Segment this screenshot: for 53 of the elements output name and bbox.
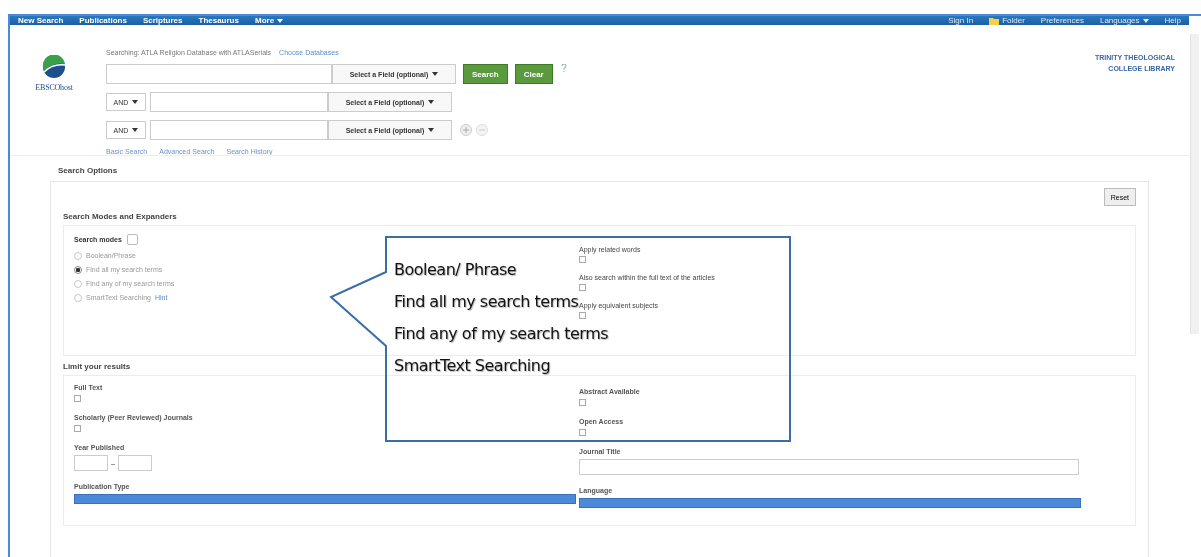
checkbox[interactable] — [74, 425, 81, 432]
help-icon[interactable] — [560, 64, 567, 72]
nav-link[interactable]: New Search — [18, 16, 64, 25]
search-field[interactable] — [106, 64, 332, 84]
nav-link[interactable]: More — [254, 16, 284, 25]
help-icon[interactable] — [126, 234, 138, 245]
checkbox[interactable] — [579, 256, 586, 263]
caret-icon — [1142, 18, 1149, 23]
search-field[interactable] — [150, 120, 328, 140]
checkbox[interactable] — [579, 429, 586, 436]
year-to-field[interactable] — [117, 455, 152, 471]
caret-icon — [132, 128, 139, 132]
callout-text: Find any of my search terms — [394, 324, 609, 344]
nav-link[interactable]: Thesaurus — [198, 16, 239, 25]
folder-link[interactable]: Folder — [989, 16, 1025, 25]
select-list[interactable] — [579, 498, 1081, 508]
caret-icon — [428, 100, 435, 104]
nav-link[interactable]: Help — [1164, 16, 1181, 25]
logo-icon — [42, 55, 66, 79]
remove-row-icon[interactable] — [476, 124, 488, 136]
logo-wordmark: EBSCOhost — [35, 83, 73, 92]
search-form-button[interactable]: Search — [463, 64, 508, 84]
search-form-button[interactable]: Clear — [514, 64, 553, 84]
callout-text: Find all my search terms — [394, 292, 579, 312]
caret-icon — [132, 100, 139, 104]
caret-icon — [277, 18, 284, 23]
year-from-field[interactable] — [74, 455, 108, 471]
nav-link[interactable]: Scriptures — [142, 16, 183, 25]
select-list[interactable] — [74, 494, 576, 504]
panel-title: Limit your results — [63, 362, 131, 371]
caret-icon — [432, 72, 439, 76]
radio-button[interactable] — [74, 265, 82, 274]
add-row-icon[interactable] — [460, 124, 472, 136]
nav-link[interactable]: Sign In — [948, 16, 974, 25]
section-title: Search Options — [58, 166, 118, 175]
radio-button[interactable] — [74, 251, 82, 260]
caret-icon — [428, 128, 435, 132]
checkbox[interactable] — [579, 284, 586, 291]
folder-icon — [989, 16, 1000, 25]
callout-text: SmartText Searching — [394, 356, 551, 376]
journal-title-field[interactable] — [579, 459, 1079, 475]
nav-link[interactable]: Languages — [1099, 16, 1149, 25]
radio-button[interactable] — [74, 293, 82, 302]
nav-link[interactable]: Preferences — [1040, 16, 1084, 25]
nav-link[interactable]: Publications — [79, 16, 127, 25]
panel-title: Search Modes and Expanders — [63, 212, 177, 221]
checkbox[interactable] — [579, 312, 586, 319]
search-field[interactable] — [150, 92, 328, 112]
checkbox[interactable] — [74, 395, 81, 402]
checkbox[interactable] — [579, 399, 586, 406]
callout-text: Boolean/ Phrase — [394, 260, 517, 280]
scrollbar[interactable] — [1190, 34, 1199, 334]
radio-button[interactable] — [74, 279, 82, 288]
